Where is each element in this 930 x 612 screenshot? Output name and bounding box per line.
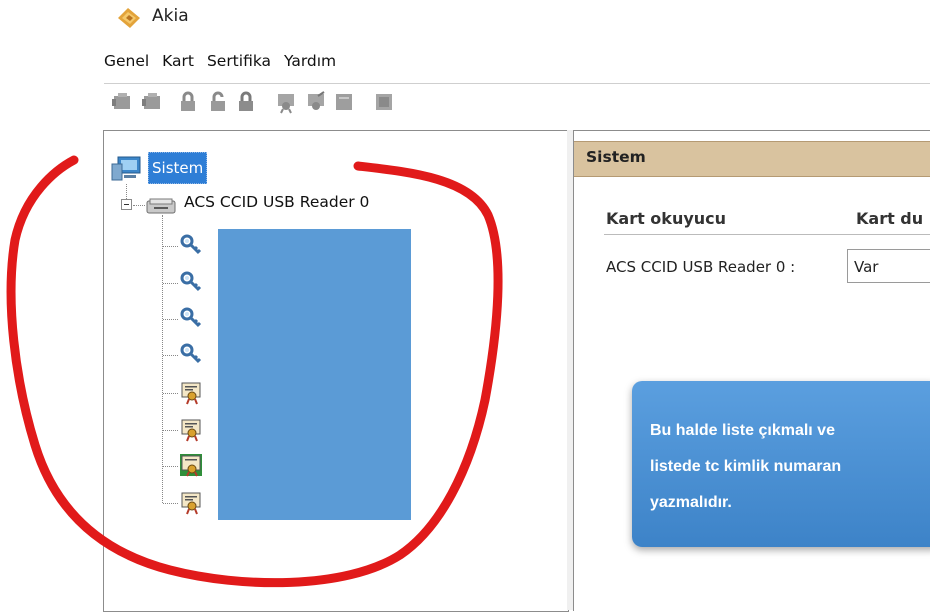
tree-connector: [163, 355, 178, 356]
menu-yardim[interactable]: Yardım: [284, 52, 336, 70]
certificate-view-icon[interactable]: [372, 90, 396, 114]
app-logo-icon: [118, 8, 140, 28]
card-reader-2-icon[interactable]: [140, 90, 164, 114]
card-status-field: Var: [847, 249, 930, 283]
redaction-mask: [218, 229, 411, 520]
lock-icon[interactable]: [176, 90, 200, 114]
tree-connector: [163, 319, 178, 320]
toolbar-separator: [104, 83, 930, 84]
details-header: Sistem: [574, 141, 930, 177]
tree-connector: [162, 215, 163, 503]
lock-change-icon[interactable]: [234, 90, 258, 114]
key-icon[interactable]: [180, 271, 202, 295]
menu-bar: Genel Kart Sertifika Yardım: [104, 52, 344, 74]
key-icon[interactable]: [180, 234, 202, 258]
tree-reader-node[interactable]: ACS CCID USB Reader 0: [184, 193, 369, 211]
card-status-value: Var: [854, 258, 879, 276]
column-header-reader: Kart okuyucu: [606, 209, 727, 228]
certificate-icon[interactable]: [180, 418, 202, 442]
menu-genel[interactable]: Genel: [104, 52, 149, 70]
tree-connector: [163, 246, 178, 247]
unlock-icon[interactable]: [206, 90, 230, 114]
callout-line-3: yazmalıdır.: [650, 494, 732, 511]
details-title: Sistem: [586, 148, 646, 166]
certificate-edit-icon[interactable]: [304, 90, 328, 114]
tree-connector: [163, 430, 178, 431]
certificate-import-icon[interactable]: [274, 90, 298, 114]
tree-connector: [163, 503, 178, 504]
tree-root-sistem[interactable]: Sistem: [148, 152, 208, 184]
callout-line-2: listede tc kimlik numaran: [650, 458, 842, 475]
header-divider: [604, 234, 930, 235]
title-bar: Akia: [0, 0, 930, 38]
reader-row-label: ACS CCID USB Reader 0 :: [606, 258, 796, 276]
key-icon[interactable]: [180, 343, 202, 367]
certificate-icon[interactable]: [180, 491, 202, 515]
tree-connector: [126, 184, 127, 199]
certificate-icon[interactable]: [180, 381, 202, 405]
menu-kart[interactable]: Kart: [162, 52, 194, 70]
tree-connector: [133, 205, 145, 206]
tree-connector: [163, 283, 178, 284]
tree-connector: [163, 393, 178, 394]
card-reader-icon[interactable]: [110, 90, 134, 114]
callout-line-1: Bu halde liste çıkmalı ve: [650, 422, 835, 439]
column-header-status: Kart du: [856, 209, 924, 228]
computer-icon: [111, 156, 141, 181]
tree-expander[interactable]: [121, 199, 132, 210]
menu-sertifika[interactable]: Sertifika: [207, 52, 271, 70]
certificate-icon[interactable]: [332, 90, 356, 114]
key-icon[interactable]: [180, 307, 202, 331]
window-title: Akia: [152, 6, 189, 26]
card-reader-icon: [146, 198, 176, 214]
certificate-selected-icon[interactable]: [180, 454, 202, 478]
callout-note: Bu halde liste çıkmalı ve listede tc kim…: [632, 381, 930, 547]
tree-connector: [163, 466, 178, 467]
